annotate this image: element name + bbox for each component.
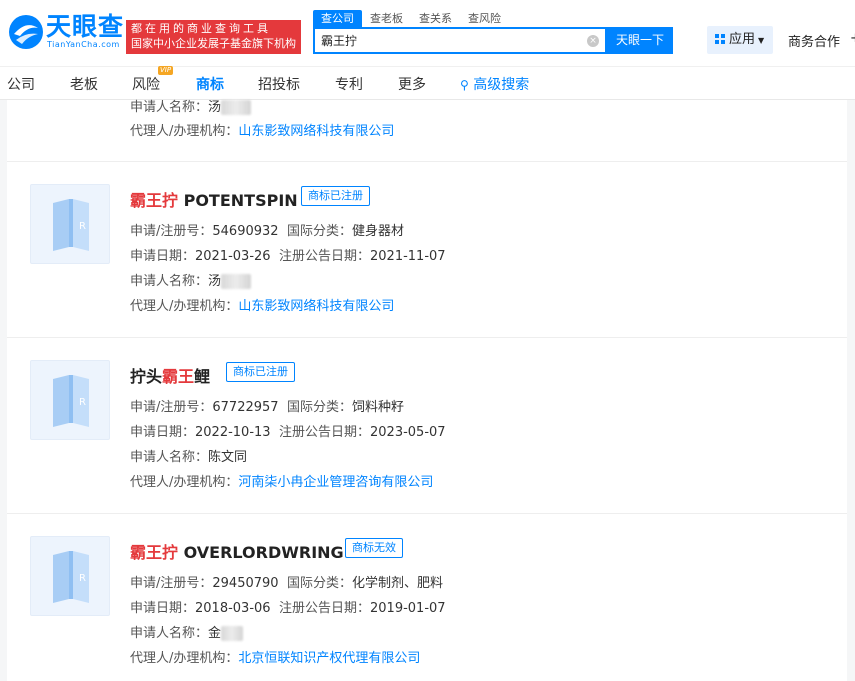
nav-trademark[interactable]: 商标	[196, 74, 224, 94]
advanced-search-icon: ⚲	[460, 78, 469, 92]
business-cooperation-link[interactable]: 商务合作	[788, 31, 840, 50]
applicant-row: 申请人名称：陈文同	[130, 450, 248, 465]
advanced-search-label: 高级搜索	[473, 77, 530, 93]
slogan-line-1: 都在用的商业查询工具	[131, 22, 271, 35]
search-button[interactable]: 天眼一下	[607, 27, 673, 54]
trademark-name[interactable]: 霸王拧 OVERLORDWRING	[130, 539, 344, 563]
book-placeholder-icon: R	[53, 375, 89, 427]
applicant-row: 申请人名称：汤	[130, 270, 252, 289]
trademark-image[interactable]: R	[30, 184, 110, 264]
search-input[interactable]	[321, 33, 571, 47]
status-badge: 商标已注册	[226, 362, 295, 382]
svg-text:R: R	[79, 221, 86, 232]
agent-link[interactable]: 山东影致网络科技有限公司	[238, 124, 394, 139]
book-placeholder-icon: R	[53, 551, 89, 603]
date-row: 申请日期：2018-03-06 注册公告日期：2019-01-07	[130, 601, 446, 616]
agent-row: 代理人/办理机构：山东影致网络科技有限公司	[130, 299, 395, 314]
agent-link[interactable]: 河南柒小冉企业管理咨询有限公司	[238, 475, 433, 490]
svg-text:R: R	[79, 573, 86, 584]
applicant-row: 申请人名称：金	[130, 622, 244, 641]
nav-advanced-search[interactable]: ⚲ 高级搜索	[460, 74, 529, 94]
trademark-card: 申请人名称：汤 代理人/办理机构：山东影致网络科技有限公司	[7, 100, 847, 162]
search-box: ×	[313, 27, 607, 54]
main-nav: 公司 老板 风险 VIP 商标 招投标 专利 更多 ⚲ 高级搜索	[0, 66, 855, 100]
agent-row: 代理人/办理机构：山东影致网络科技有限公司	[130, 124, 395, 139]
vip-badge: VIP	[158, 66, 174, 75]
logo-text[interactable]: 天眼查	[46, 14, 124, 40]
reg-no-row: 申请/注册号：67722957 国际分类：饲料种籽	[130, 400, 405, 415]
slogan-banner: 都在用的商业查询工具 国家中小企业发展子基金旗下机构	[126, 20, 301, 54]
nav-patent[interactable]: 专利	[335, 74, 363, 94]
status-badge: 商标无效	[345, 538, 403, 558]
search-type-tabs: 查公司 查老板 查关系 查风险	[313, 10, 509, 27]
reg-no-row: 申请/注册号：54690932 国际分类：健身器材	[130, 224, 405, 239]
apps-button[interactable]: 应用 ▼	[707, 26, 773, 54]
trademark-card[interactable]: R 拧头霸王鲤 商标已注册 申请/注册号：67722957 国际分类：饲料种籽 …	[7, 338, 847, 514]
trademark-card[interactable]: R 霸王拧 POTENTSPIN 商标已注册 申请/注册号：54690932 国…	[7, 162, 847, 338]
logo-domain: TianYanCha.com	[47, 40, 120, 49]
clear-icon[interactable]: ×	[587, 35, 599, 47]
nav-risk[interactable]: 风险	[132, 74, 160, 94]
trademark-name[interactable]: 拧头霸王鲤	[130, 363, 210, 387]
nav-boss[interactable]: 老板	[70, 74, 98, 94]
book-placeholder-icon: R	[53, 199, 89, 251]
search-tab-risk[interactable]: 查风险	[460, 10, 509, 27]
apps-grid-icon	[715, 34, 725, 44]
trademark-image[interactable]: R	[30, 536, 110, 616]
slogan-line-2: 国家中小企业发展子基金旗下机构	[131, 37, 296, 50]
agent-link[interactable]: 北京恒联知识产权代理有限公司	[238, 651, 420, 666]
search-tab-relation[interactable]: 查关系	[411, 10, 460, 27]
more-link[interactable]: +	[850, 31, 855, 46]
tianyancha-logo-icon[interactable]	[8, 14, 44, 50]
chevron-down-icon: ▼	[758, 36, 765, 45]
agent-link[interactable]: 山东影致网络科技有限公司	[238, 299, 394, 314]
trademark-image[interactable]: R	[30, 360, 110, 440]
agent-row: 代理人/办理机构：河南柒小冉企业管理咨询有限公司	[130, 475, 434, 490]
trademark-results: 申请人名称：汤 代理人/办理机构：山东影致网络科技有限公司 R 霸王拧 POTE…	[7, 100, 847, 681]
agent-row: 代理人/办理机构：北京恒联知识产权代理有限公司	[130, 651, 421, 666]
nav-bidding[interactable]: 招投标	[258, 74, 300, 94]
reg-no-row: 申请/注册号：29450790 国际分类：化学制剂、肥料	[130, 576, 444, 591]
nav-company[interactable]: 公司	[7, 74, 35, 94]
masked-name	[221, 274, 252, 289]
masked-name	[221, 626, 244, 641]
nav-more[interactable]: 更多	[398, 74, 426, 94]
masked-name	[221, 100, 252, 115]
search-tab-boss[interactable]: 查老板	[362, 10, 411, 27]
date-row: 申请日期：2021-03-26 注册公告日期：2021-11-07	[130, 249, 446, 264]
top-header: 天眼查 TianYanCha.com 都在用的商业查询工具 国家中小企业发展子基…	[0, 0, 855, 66]
trademark-name[interactable]: 霸王拧 POTENTSPIN	[130, 187, 298, 211]
date-row: 申请日期：2022-10-13 注册公告日期：2023-05-07	[130, 425, 446, 440]
status-badge: 商标已注册	[301, 186, 370, 206]
search-tab-company[interactable]: 查公司	[313, 10, 362, 27]
svg-text:R: R	[79, 397, 86, 408]
apps-label: 应用	[729, 32, 756, 47]
trademark-card[interactable]: R 霸王拧 OVERLORDWRING 商标无效 申请/注册号：29450790…	[7, 514, 847, 681]
applicant-row: 申请人名称：汤	[130, 96, 252, 115]
